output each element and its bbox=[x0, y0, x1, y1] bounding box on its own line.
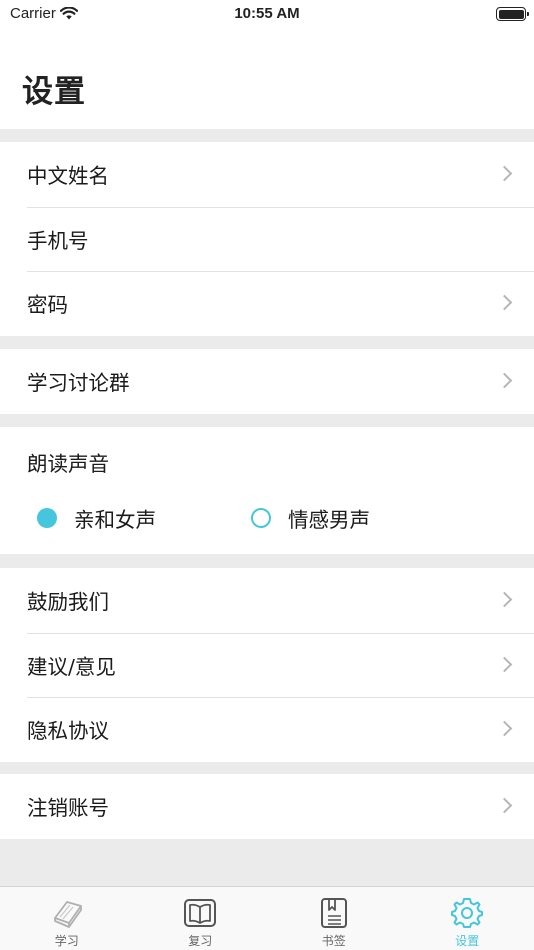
password-label: 密码 bbox=[27, 293, 68, 318]
chevron-right-icon bbox=[496, 294, 513, 311]
tab-study[interactable]: 学习 bbox=[0, 887, 134, 950]
open-book-icon bbox=[184, 899, 217, 927]
reading-voice-group: 朗读声音 亲和女声 情感男声 bbox=[0, 427, 534, 554]
tab-study-label: 学习 bbox=[54, 934, 79, 948]
chevron-right-icon bbox=[496, 591, 513, 608]
status-bar: Carrier 10:55 AM bbox=[0, 0, 534, 28]
radio-unselected-icon bbox=[251, 508, 271, 528]
privacy-policy-row[interactable]: 隐私协议 bbox=[0, 697, 534, 762]
encourage-us-label: 鼓励我们 bbox=[27, 590, 109, 615]
notebook-icon bbox=[53, 901, 82, 928]
gear-icon bbox=[451, 898, 484, 928]
battery-icon bbox=[496, 7, 529, 21]
radio-selected-icon bbox=[37, 508, 57, 528]
feedback-group: 鼓励我们 建议/意见 隐私协议 bbox=[0, 568, 534, 762]
encourage-us-row[interactable]: 鼓励我们 bbox=[0, 568, 534, 633]
status-time: 10:55 AM bbox=[234, 5, 300, 22]
tab-settings-label: 设置 bbox=[455, 934, 480, 948]
account-settings-group: 中文姓名 手机号 密码 bbox=[0, 142, 534, 336]
page-title: 设置 bbox=[22, 74, 86, 110]
phone-number-label: 手机号 bbox=[27, 228, 89, 253]
discussion-group: 学习讨论群 bbox=[0, 349, 534, 414]
tab-bar: 学习 复习 书签 设置 bbox=[0, 886, 534, 950]
voice-option-male[interactable]: 情感男声 bbox=[251, 503, 370, 533]
header: 设置 bbox=[0, 28, 534, 129]
phone-number-row[interactable]: 手机号 bbox=[0, 206, 534, 272]
cancel-account-label: 注销账号 bbox=[27, 796, 109, 821]
tab-review-label: 复习 bbox=[188, 934, 213, 948]
tab-review[interactable]: 复习 bbox=[134, 887, 268, 950]
chevron-right-icon bbox=[496, 656, 513, 673]
tab-settings[interactable]: 设置 bbox=[401, 887, 534, 950]
chinese-name-label: 中文姓名 bbox=[27, 164, 109, 189]
study-discussion-group-row[interactable]: 学习讨论群 bbox=[0, 349, 534, 414]
cancel-account-row[interactable]: 注销账号 bbox=[0, 774, 534, 839]
voice-option-female-label: 亲和女声 bbox=[74, 508, 156, 532]
cancel-account-group: 注销账号 bbox=[0, 774, 534, 839]
chevron-right-icon bbox=[496, 372, 513, 389]
suggestions-label: 建议/意见 bbox=[27, 654, 116, 679]
bookmark-list-icon bbox=[320, 898, 347, 928]
chevron-right-icon bbox=[496, 797, 513, 814]
reading-voice-label: 朗读声音 bbox=[27, 452, 109, 476]
chinese-name-row[interactable]: 中文姓名 bbox=[0, 142, 534, 207]
settings-screen: Carrier 10:55 AM 设置 中文姓名 手机号 密码 学习讨论群 朗读… bbox=[0, 0, 534, 950]
privacy-policy-label: 隐私协议 bbox=[27, 719, 109, 744]
study-discussion-group-label: 学习讨论群 bbox=[27, 371, 130, 396]
voice-option-male-label: 情感男声 bbox=[288, 508, 370, 532]
chevron-right-icon bbox=[496, 165, 513, 182]
voice-option-female[interactable]: 亲和女声 bbox=[37, 503, 156, 533]
tab-bookmarks-label: 书签 bbox=[321, 934, 346, 948]
tab-bookmarks[interactable]: 书签 bbox=[267, 887, 401, 950]
suggestions-row[interactable]: 建议/意见 bbox=[0, 632, 534, 698]
chevron-right-icon bbox=[496, 720, 513, 737]
password-row[interactable]: 密码 bbox=[0, 271, 534, 336]
